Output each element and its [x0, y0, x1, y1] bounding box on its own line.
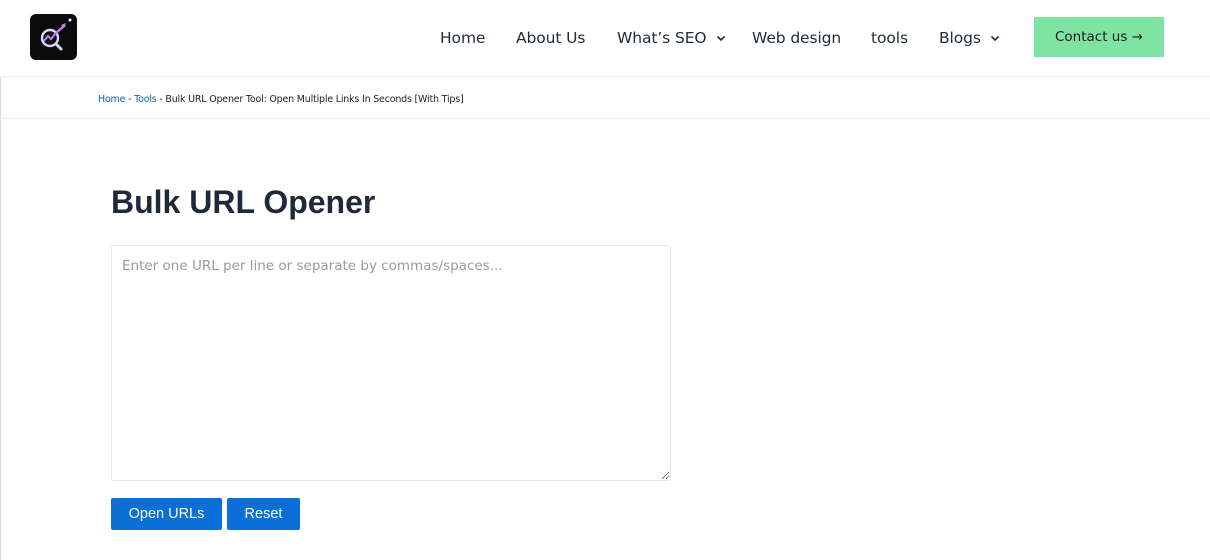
nav-label: Blogs — [939, 29, 981, 47]
chevron-down-icon — [990, 35, 999, 42]
breadcrumb-home-link[interactable]: Home — [98, 94, 125, 105]
breadcrumb-tools-link[interactable]: Tools — [134, 94, 157, 105]
breadcrumb-divider — [0, 118, 1210, 119]
reset-button[interactable]: Reset — [227, 498, 300, 530]
site-header: Home About Us What’s SEO Web design tool… — [0, 0, 1210, 77]
url-input[interactable] — [111, 245, 671, 481]
page-title: Bulk URL Opener — [111, 184, 376, 220]
nav-item-web-design[interactable]: Web design — [752, 27, 841, 49]
nav-label: About Us — [516, 29, 586, 47]
nav-item-about-us[interactable]: About Us — [516, 27, 585, 49]
nav-item-tools[interactable]: tools — [871, 27, 908, 49]
breadcrumb-separator: - — [125, 94, 135, 105]
breadcrumb-current: Bulk URL Opener Tool: Open Multiple Link… — [165, 94, 464, 105]
chevron-down-icon — [716, 35, 725, 42]
nav-item-whats-seo[interactable]: What’s SEO — [617, 27, 726, 49]
nav-item-home[interactable]: Home — [440, 27, 485, 49]
nav-label: Web design — [752, 29, 842, 47]
contact-us-button[interactable]: Contact us → — [1034, 17, 1164, 57]
breadcrumb: Home - Tools - Bulk URL Opener Tool: Ope… — [98, 94, 464, 105]
magnifier-chart-icon — [40, 18, 72, 51]
nav-label: Home — [440, 29, 486, 47]
open-urls-button[interactable]: Open URLs — [111, 498, 222, 530]
nav-item-blogs[interactable]: Blogs — [939, 27, 1000, 49]
site-logo[interactable] — [30, 14, 77, 60]
nav-label: What’s SEO — [617, 29, 707, 47]
nav-label: tools — [871, 29, 908, 47]
